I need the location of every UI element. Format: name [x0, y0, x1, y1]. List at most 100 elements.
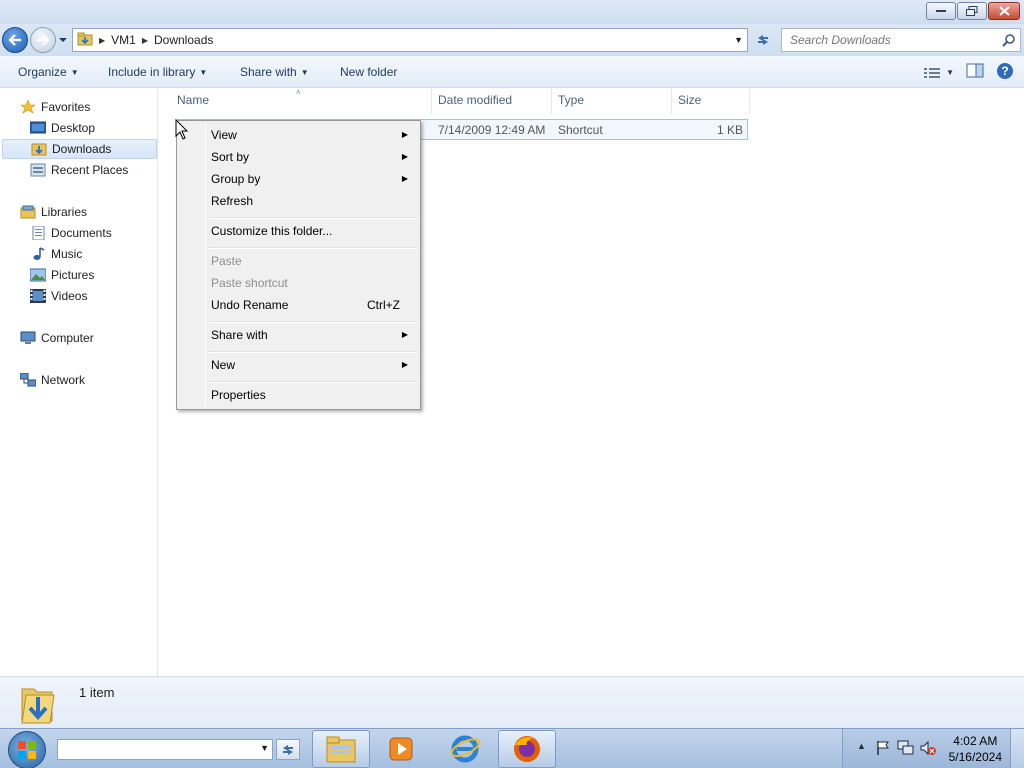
column-header-name[interactable]: Name — [177, 93, 209, 115]
column-divider[interactable] — [551, 88, 552, 114]
submenu-arrow-icon: ▶ — [401, 130, 408, 139]
file-size: 1 KB — [716, 123, 743, 137]
taskbar-search-input[interactable]: ▼ — [57, 739, 273, 760]
help-icon: ? — [997, 63, 1013, 79]
desktop-icon — [30, 121, 46, 134]
new-folder-label: New folder — [340, 65, 398, 79]
details-view-icon — [924, 67, 941, 78]
firefox-icon — [514, 736, 540, 762]
menu-item-label: Sort by — [211, 150, 250, 164]
menu-item-sort-by[interactable]: Sort by ▶ — [179, 146, 418, 168]
action-center-flag-icon[interactable] — [875, 740, 891, 756]
address-dropdown-icon[interactable]: ▼ — [734, 35, 743, 45]
menu-separator — [209, 247, 417, 249]
show-hidden-icons-button[interactable]: ▲ — [857, 741, 866, 751]
minimize-button[interactable] — [926, 2, 956, 20]
file-type: Shortcut — [558, 123, 603, 137]
view-controls: ▼ ? — [924, 62, 1014, 83]
taskbar-explorer-button[interactable] — [312, 730, 370, 768]
sidebar-item-downloads[interactable]: Downloads — [2, 139, 157, 159]
sidebar-item-label: Desktop — [51, 121, 96, 135]
taskbar-internet-explorer-button[interactable] — [436, 730, 494, 768]
sidebar-item-desktop[interactable]: Desktop — [30, 118, 95, 138]
libraries-icon — [20, 205, 36, 219]
help-button[interactable]: ? — [996, 62, 1014, 83]
menu-item-label: Customize this folder... — [211, 224, 333, 238]
sidebar-item-music[interactable]: Music — [30, 244, 82, 264]
breadcrumb-downloads[interactable]: Downloads — [150, 33, 217, 47]
column-divider[interactable] — [671, 88, 672, 114]
column-header-type[interactable]: Type — [558, 93, 584, 115]
column-header-size[interactable]: Size — [678, 93, 701, 115]
sidebar-item-network[interactable]: Network — [20, 370, 85, 390]
command-bar: Organize ▼ Include in library ▼ Share with… — [0, 56, 1024, 88]
close-button[interactable] — [988, 2, 1020, 20]
preview-pane-button[interactable] — [966, 63, 984, 82]
taskbar-media-player-button[interactable] — [372, 730, 430, 768]
explorer-folder-icon — [326, 736, 356, 763]
address-bar[interactable]: ▶ VM1 ▶ Downloads ▼ — [72, 28, 748, 52]
menu-item-view[interactable]: View ▶ — [179, 124, 418, 146]
sidebar-item-label: Documents — [51, 226, 112, 240]
minimize-icon — [936, 10, 946, 12]
menu-item-group-by[interactable]: Group by ▶ — [179, 168, 418, 190]
sidebar-item-libraries[interactable]: Libraries — [20, 202, 87, 222]
sidebar-item-recent-places[interactable]: Recent Places — [30, 160, 128, 180]
menu-item-new[interactable]: New ▶ — [179, 354, 418, 376]
chevron-down-icon: ▼ — [199, 68, 208, 77]
recent-pages-dropdown[interactable] — [58, 34, 68, 46]
restore-button[interactable] — [957, 2, 987, 20]
sidebar-item-pictures[interactable]: Pictures — [30, 265, 94, 285]
show-desktop-button[interactable] — [1010, 729, 1024, 768]
column-divider[interactable] — [749, 88, 750, 114]
include-in-library-button[interactable]: Include in library ▼ — [108, 65, 207, 79]
search-icon[interactable] — [1002, 33, 1016, 50]
sidebar-item-videos[interactable]: Videos — [30, 286, 87, 306]
sort-ascending-icon: ˄ — [296, 88, 301, 97]
sidebar-item-label: Favorites — [41, 100, 91, 114]
search-box[interactable] — [781, 28, 1021, 52]
breadcrumb-vm1[interactable]: VM1 — [107, 33, 140, 47]
start-button[interactable] — [8, 731, 46, 768]
chevron-down-icon[interactable]: ▼ — [260, 743, 269, 753]
menu-item-properties[interactable]: Properties — [179, 384, 418, 406]
sidebar-item-label: Network — [41, 373, 86, 387]
refresh-button[interactable] — [752, 30, 774, 50]
address-row: ▶ VM1 ▶ Downloads ▼ — [0, 24, 1024, 56]
breadcrumb-separator-icon: ▶ — [141, 35, 148, 45]
menu-separator — [209, 217, 417, 219]
network-tray-icon[interactable] — [897, 740, 915, 756]
menu-item-label: Undo Rename — [211, 298, 289, 312]
forward-arrow-icon — [37, 34, 50, 46]
taskbar-firefox-button[interactable] — [498, 730, 556, 768]
search-input[interactable] — [790, 33, 990, 47]
menu-item-refresh[interactable]: Refresh — [179, 190, 418, 212]
menu-item-label: View — [211, 128, 237, 142]
column-header-date-modified[interactable]: Date modified — [438, 93, 512, 115]
organize-label: Organize — [18, 65, 67, 79]
back-button[interactable] — [2, 27, 28, 53]
column-divider[interactable] — [431, 88, 432, 114]
notification-area: ▲ 4:02 AM 5/16/2024 — [842, 729, 1024, 768]
menu-item-paste-shortcut: Paste shortcut — [179, 272, 418, 294]
clock-date: 5/16/2024 — [948, 750, 1002, 764]
menu-item-label: Share with — [211, 328, 268, 342]
organize-button[interactable]: Organize ▼ — [18, 65, 79, 79]
menu-item-share-with[interactable]: Share with ▶ — [179, 324, 418, 346]
share-with-button[interactable]: Share with ▼ — [240, 65, 309, 79]
clock[interactable]: 4:02 AM 5/16/2024 — [949, 733, 1002, 765]
sidebar-item-documents[interactable]: Documents — [30, 223, 112, 243]
windows-logo-icon — [18, 741, 36, 759]
computer-icon — [20, 331, 36, 344]
volume-muted-icon[interactable] — [919, 740, 937, 756]
navigation-pane: Favorites Desktop Downloads Recent Place… — [0, 88, 158, 676]
new-folder-button[interactable]: New folder — [340, 65, 397, 79]
sidebar-item-favorites[interactable]: Favorites — [20, 97, 90, 117]
menu-item-customize-folder[interactable]: Customize this folder... — [179, 220, 418, 242]
sidebar-item-computer[interactable]: Computer — [20, 328, 94, 348]
submenu-arrow-icon: ▶ — [401, 174, 408, 183]
taskbar-go-button[interactable] — [276, 739, 300, 760]
menu-item-undo-rename[interactable]: Undo Rename Ctrl+Z — [179, 294, 418, 316]
change-view-button[interactable]: ▼ — [924, 67, 954, 79]
forward-button[interactable] — [30, 27, 56, 53]
